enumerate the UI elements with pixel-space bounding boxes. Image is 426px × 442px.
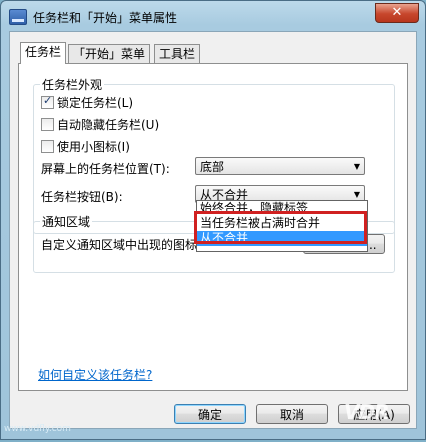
tab-start-menu[interactable]: 「开始」菜单	[68, 44, 151, 63]
close-button[interactable]: ✕	[375, 3, 419, 23]
ok-button[interactable]: 确定	[174, 404, 246, 424]
vdr-logo: VDR	[344, 400, 389, 424]
checkbox-icon	[41, 139, 54, 153]
help-link[interactable]: 如何自定义该任务栏?	[38, 366, 152, 383]
checkbox-icon	[41, 117, 54, 131]
lock-taskbar-label: 锁定任务栏(L)	[57, 95, 134, 110]
auto-hide-label: 自动隐藏任务栏(U)	[57, 117, 160, 132]
dialog-window: 任务栏和「开始」菜单属性 ✕ 任务栏 「开始」菜单 工具栏 任务栏外观 锁定任务…	[0, 0, 426, 440]
checkbox-checked-icon	[41, 94, 54, 109]
small-icons-label: 使用小图标(I)	[57, 139, 130, 154]
watermark-text: www.vdfly.com	[4, 424, 71, 434]
tab-taskbar[interactable]: 任务栏	[20, 42, 67, 64]
highlight-box	[194, 211, 367, 244]
title-bar[interactable]: 任务栏和「开始」菜单属性 ✕	[1, 1, 425, 31]
dialog-content: 任务栏 「开始」菜单 工具栏 任务栏外观 锁定任务栏(L) 自动隐藏任务栏(U)…	[9, 31, 417, 429]
cancel-button[interactable]: 取消	[256, 404, 328, 424]
taskbar-buttons-label: 任务栏按钮(B):	[41, 190, 123, 204]
appearance-group-label: 任务栏外观	[40, 76, 105, 93]
taskbar-location-label: 屏幕上的任务栏位置(T):	[41, 162, 170, 176]
small-icons-checkbox[interactable]: 使用小图标(I)	[41, 138, 130, 154]
notification-group-label: 通知区域	[40, 213, 93, 230]
taskbar-location-value: 底部	[200, 160, 225, 174]
tab-toolbars[interactable]: 工具栏	[154, 44, 201, 63]
window-title: 任务栏和「开始」菜单属性	[33, 11, 178, 25]
taskbar-icon	[9, 9, 27, 25]
lock-taskbar-checkbox[interactable]: 锁定任务栏(L)	[41, 94, 133, 110]
auto-hide-checkbox[interactable]: 自动隐藏任务栏(U)	[41, 116, 159, 132]
taskbar-location-select[interactable]: 底部 ▼	[195, 157, 365, 175]
chevron-down-icon: ▼	[353, 162, 360, 171]
